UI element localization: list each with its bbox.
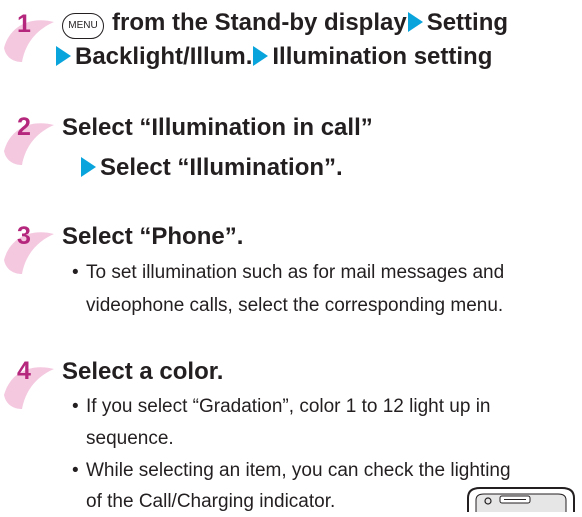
menu-key-icon: MENU: [62, 13, 104, 39]
step-3-title: Select “Phone”.: [62, 222, 243, 252]
step-text: Setting: [426, 9, 509, 36]
bullet-text: of the Call/Charging indicator.: [86, 491, 336, 512]
step-2-line-1: Select “Illumination in call”: [62, 113, 373, 143]
step-number-badge: 4: [0, 357, 62, 417]
step-text: Backlight/Illum.: [75, 43, 253, 70]
arrow-right-icon: [56, 46, 71, 66]
step-number: 1: [17, 10, 31, 38]
bullet-text: sequence.: [86, 428, 174, 449]
step-number-badge: 3: [0, 222, 62, 282]
step-number-badge: 2: [0, 113, 62, 173]
step-1-line-2: Backlight/Illum. Illumination setting: [55, 42, 492, 72]
step-1-line-1: MENU from the Stand-by display Setting: [62, 8, 508, 39]
bullet-dot: •: [72, 262, 79, 283]
step-text: Select “Illumination in call”: [62, 114, 373, 141]
bullet-text: videophone calls, select the correspondi…: [86, 295, 504, 316]
step-3-bullet: • To set illumination such as for mail m…: [72, 258, 572, 322]
step-number: 4: [17, 357, 31, 385]
step-text: from the Stand-by display: [112, 9, 407, 36]
step-4-title: Select a color.: [62, 357, 223, 387]
step-2-line-2: Select “Illumination”.: [80, 153, 343, 183]
phone-illustration-icon: [467, 487, 575, 512]
bullet-text: If you select “Gradation”, color 1 to 12…: [86, 396, 491, 417]
bullet-dot: •: [72, 396, 79, 417]
step-text: Select “Phone”.: [62, 223, 244, 250]
step-text: Illumination setting: [272, 43, 493, 70]
arrow-right-icon: [253, 46, 269, 66]
step-number: 3: [17, 222, 31, 250]
step-text: Select “Illumination”.: [100, 154, 343, 181]
step-4-bullet-1: • If you select “Gradation”, color 1 to …: [72, 392, 572, 456]
step-text: Select a color.: [62, 358, 224, 385]
bullet-dot: •: [72, 460, 79, 481]
step-number-badge: 1: [0, 10, 62, 70]
arrow-right-icon: [81, 157, 96, 177]
bullet-text: While selecting an item, you can check t…: [86, 460, 511, 481]
bullet-text: To set illumination such as for mail mes…: [86, 262, 505, 283]
step-number: 2: [17, 113, 31, 141]
arrow-right-icon: [407, 12, 423, 32]
